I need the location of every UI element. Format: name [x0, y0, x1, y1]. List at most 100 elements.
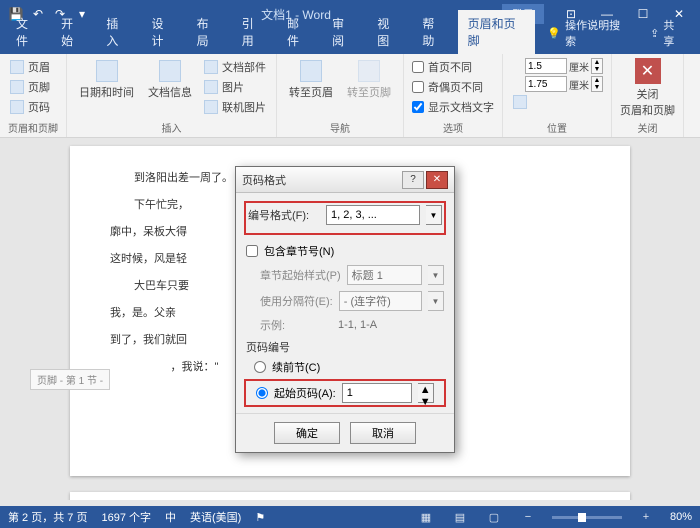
tab-references[interactable]: 引用: [232, 10, 275, 54]
group-position: 厘米▲▼ 厘米▲▼ 位置: [503, 54, 612, 137]
tab-mailings[interactable]: 邮件: [277, 10, 320, 54]
cancel-button[interactable]: 取消: [350, 422, 416, 444]
separator-select: - (连字符): [339, 291, 422, 311]
accessibility-icon[interactable]: ⚑: [255, 511, 265, 524]
zoom-out-button[interactable]: −: [518, 509, 538, 525]
show-text-checkbox[interactable]: 显示文档文字: [412, 98, 494, 116]
goto-header-button[interactable]: 转至页眉: [285, 58, 337, 102]
bottom-margin-icon: [511, 78, 523, 90]
tab-header-footer[interactable]: 页眉和页脚: [458, 10, 536, 54]
header-button[interactable]: 页眉: [8, 58, 52, 76]
align-icon: [513, 95, 527, 109]
top-margin-icon: [511, 60, 523, 72]
header-icon: [10, 60, 24, 74]
tab-layout[interactable]: 布局: [187, 10, 230, 54]
dialog-buttons: 确定 取消: [236, 413, 454, 452]
group-options: 首页不同 奇偶页不同 显示文档文字 选项: [404, 54, 503, 137]
zoom-level[interactable]: 80%: [670, 511, 692, 523]
start-at-input[interactable]: [342, 383, 412, 403]
quickparts-icon: [204, 60, 218, 74]
tab-home[interactable]: 开始: [51, 10, 94, 54]
header-top-spin[interactable]: 厘米▲▼: [511, 58, 603, 74]
read-mode-icon[interactable]: ▦: [416, 509, 436, 525]
tab-design[interactable]: 设计: [141, 10, 184, 54]
dialog-titlebar[interactable]: 页码格式 ? ✕: [236, 167, 454, 193]
picture-button[interactable]: 图片: [202, 78, 268, 96]
footer-button[interactable]: 页脚: [8, 78, 52, 96]
zoom-in-button[interactable]: +: [636, 509, 656, 525]
include-chapter-label: 包含章节号(N): [264, 243, 334, 259]
number-format-select[interactable]: 1, 2, 3, ...: [326, 205, 420, 225]
include-chapter-checkbox[interactable]: [246, 245, 258, 257]
group-label: 选项: [412, 118, 494, 135]
group-label: 插入: [75, 118, 268, 135]
footer-icon: [10, 80, 24, 94]
picture-icon: [204, 80, 218, 94]
pagenum-icon: [10, 100, 24, 114]
dialog-help-button[interactable]: ?: [402, 171, 424, 189]
start-at-radio[interactable]: [256, 387, 268, 399]
dropdown-icon[interactable]: ▼: [426, 205, 442, 225]
page-number-format-dialog: 页码格式 ? ✕ 编号格式(F): 1, 2, 3, ... ▼ 包含章节号(N…: [235, 166, 455, 453]
chapter-style-select: 标题 1: [347, 265, 422, 285]
share-button[interactable]: ⇪共享: [640, 12, 694, 54]
group-label: 页眉和页脚: [8, 118, 58, 135]
docinfo-button[interactable]: 文档信息: [144, 58, 196, 102]
align-tab-button[interactable]: [511, 94, 603, 110]
dialog-body: 编号格式(F): 1, 2, 3, ... ▼ 包含章节号(N) 章节起始样式(…: [236, 193, 454, 413]
web-layout-icon[interactable]: ▢: [484, 509, 504, 525]
spin-buttons[interactable]: ▲▼: [418, 383, 434, 403]
online-picture-icon: [204, 100, 218, 114]
tab-file[interactable]: 文件: [6, 10, 49, 54]
print-layout-icon[interactable]: ▤: [450, 509, 470, 525]
word-count[interactable]: 1697 个字: [101, 509, 151, 525]
tab-view[interactable]: 视图: [367, 10, 410, 54]
pagenum-section-title: 页码编号: [246, 339, 444, 355]
group-navigation: 转至页眉 转至页脚 导航: [277, 54, 404, 137]
language-indicator[interactable]: 英语(美国): [190, 509, 241, 525]
start-at-label: 起始页码(A):: [274, 385, 336, 401]
group-insert: 日期和时间 文档信息 文档部件 图片 联机图片 插入: [67, 54, 277, 137]
diff-first-checkbox[interactable]: 首页不同: [412, 58, 494, 76]
page-count[interactable]: 第 2 页，共 7 页: [8, 509, 87, 525]
ok-button[interactable]: 确定: [274, 422, 340, 444]
footer-bottom-spin[interactable]: 厘米▲▼: [511, 76, 603, 92]
pagenum-button[interactable]: 页码: [8, 98, 52, 116]
tab-help[interactable]: 帮助: [412, 10, 455, 54]
footer-section-tag: 页脚 - 第 1 节 -: [30, 369, 110, 390]
goto-footer-icon: [358, 60, 380, 82]
dialog-close-button[interactable]: ✕: [426, 171, 448, 189]
group-header-footer: 页眉 页脚 页码 页眉和页脚: [0, 54, 67, 137]
ribbon-tabs: 文件 开始 插入 设计 布局 引用 邮件 审阅 视图 帮助 页眉和页脚 💡操作说…: [0, 28, 700, 54]
tab-review[interactable]: 审阅: [322, 10, 365, 54]
group-label: 导航: [285, 118, 395, 135]
separator-label: 使用分隔符(E):: [260, 293, 333, 309]
lightbulb-icon: 💡: [547, 27, 561, 40]
calendar-icon: [96, 60, 118, 82]
number-format-label: 编号格式(F):: [248, 207, 320, 223]
ime-indicator[interactable]: 中: [165, 509, 176, 525]
continue-radio[interactable]: [254, 361, 266, 373]
share-icon: ⇪: [650, 27, 659, 40]
goto-header-icon: [300, 60, 322, 82]
quickparts-button[interactable]: 文档部件: [202, 58, 268, 76]
datetime-button[interactable]: 日期和时间: [75, 58, 138, 102]
zoom-slider[interactable]: [552, 516, 622, 519]
example-value: 1-1, 1-A: [338, 319, 377, 331]
close-hf-button[interactable]: ✕关闭 页眉和页脚: [620, 58, 675, 118]
dialog-title: 页码格式: [242, 172, 286, 188]
group-close: ✕关闭 页眉和页脚 关闭: [612, 54, 684, 137]
dropdown-icon: ▼: [428, 291, 444, 311]
example-label: 示例:: [260, 317, 332, 333]
online-picture-button[interactable]: 联机图片: [202, 98, 268, 116]
group-label: 位置: [511, 118, 603, 135]
diff-odd-checkbox[interactable]: 奇偶页不同: [412, 78, 494, 96]
continue-label: 续前节(C): [272, 359, 320, 375]
tab-insert[interactable]: 插入: [96, 10, 139, 54]
chapter-style-label: 章节起始样式(P): [260, 267, 341, 283]
docinfo-icon: [159, 60, 181, 82]
goto-footer-button: 转至页脚: [343, 58, 395, 102]
page[interactable]: [70, 492, 630, 500]
group-label: 关闭: [620, 118, 675, 135]
tell-me[interactable]: 💡操作说明搜索: [537, 12, 638, 54]
